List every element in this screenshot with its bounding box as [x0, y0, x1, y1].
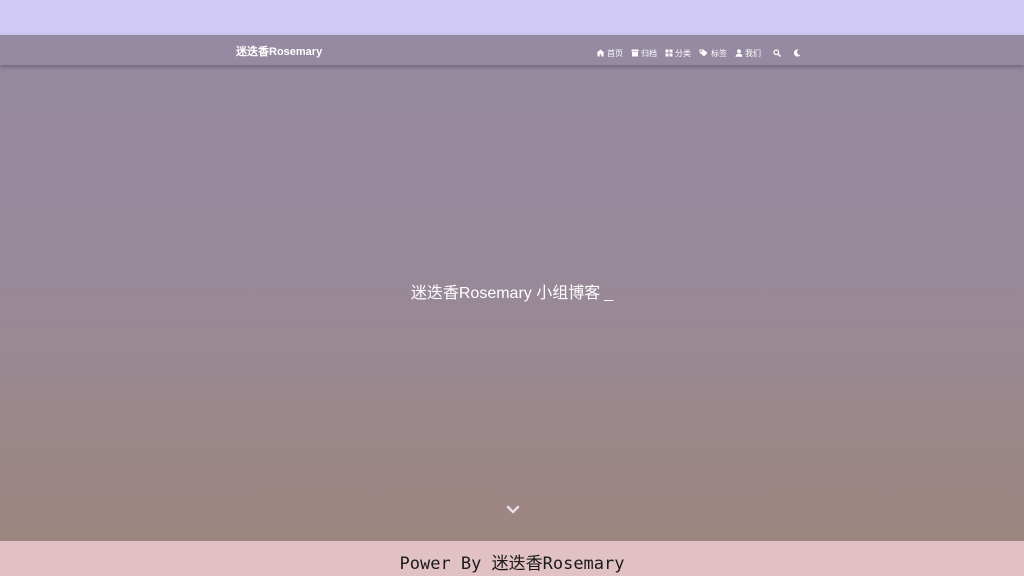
navbar: 迷迭香Rosemary 首页 归档 分类 标签 我们 — [0, 35, 1024, 65]
hero-title: 迷迭香Rosemary 小组博客 _ — [0, 279, 1024, 303]
nav-item-label: 标签 — [711, 48, 727, 58]
search-button[interactable] — [773, 44, 781, 62]
typing-cursor: _ — [604, 285, 614, 302]
nav-item-tags[interactable]: 标签 — [699, 48, 727, 59]
nav-item-label: 归档 — [641, 48, 657, 58]
tags-icon — [699, 49, 709, 57]
nav-item-label: 首页 — [607, 48, 623, 58]
home-icon — [596, 49, 605, 57]
user-icon — [735, 49, 743, 57]
nav-item-label: 分类 — [675, 48, 691, 58]
search-icon — [773, 44, 781, 62]
footer-text: Power By 迷迭香Rosemary — [399, 554, 625, 574]
category-grid-icon — [665, 49, 673, 57]
archive-icon — [631, 49, 639, 57]
nav-item-label: 我们 — [745, 48, 761, 58]
chevron-down-icon — [506, 502, 520, 519]
moon-icon — [793, 44, 801, 62]
hero-title-text: 迷迭香Rosemary 小组博客 — [410, 285, 601, 302]
footer: Power By 迷迭香Rosemary — [0, 541, 1024, 576]
theme-toggle-button[interactable] — [793, 44, 801, 62]
nav-item-archive[interactable]: 归档 — [631, 48, 657, 59]
nav-item-category[interactable]: 分类 — [665, 48, 691, 59]
top-band — [0, 0, 1024, 35]
nav-item-about[interactable]: 我们 — [735, 48, 761, 59]
site-brand-link[interactable]: 迷迭香Rosemary — [236, 43, 322, 59]
nav-menu: 首页 归档 分类 标签 我们 — [596, 44, 801, 62]
scroll-down-button[interactable] — [506, 502, 520, 514]
page: 迷迭香Rosemary 首页 归档 分类 标签 我们 迷迭香Rosemary 小… — [0, 0, 1024, 576]
nav-item-home[interactable]: 首页 — [596, 48, 623, 59]
